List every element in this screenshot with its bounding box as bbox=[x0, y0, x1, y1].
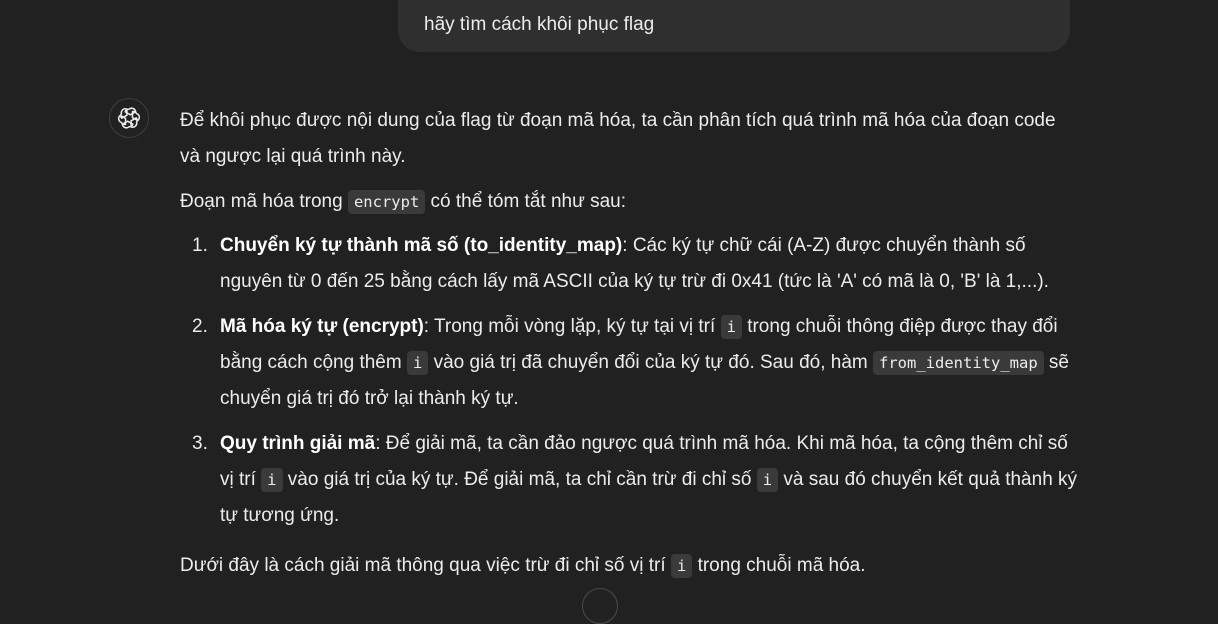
item-title: Chuyển ký tự thành mã số (to_identity_ma… bbox=[220, 235, 623, 256]
user-message-bubble: hãy tìm cách khôi phục flag bbox=[398, 0, 1070, 52]
inline-code: encrypt bbox=[347, 190, 426, 214]
list-item: 1. Chuyển ký tự thành mã số (to_identity_… bbox=[180, 228, 1080, 300]
inline-code: i bbox=[756, 468, 779, 492]
user-message-text: hãy tìm cách khôi phục flag bbox=[424, 14, 655, 35]
paragraph-intro: Để khôi phục được nội dung của flag từ đ… bbox=[180, 110, 1056, 167]
list-number: 1. bbox=[192, 235, 208, 256]
inline-code: from_identity_map bbox=[873, 351, 1044, 375]
text: trong chuỗi mã hóa. bbox=[692, 555, 866, 576]
text: vào giá trị đã chuyển đổi của ký tự đó. … bbox=[428, 352, 874, 373]
inline-code: i bbox=[406, 351, 429, 375]
paragraph-decrypt: Dưới đây là cách giải mã thông qua việc … bbox=[180, 548, 1080, 584]
numbered-list: 1. Chuyển ký tự thành mã số (to_identity_… bbox=[180, 228, 1080, 534]
text: có thể tóm tắt như sau: bbox=[425, 191, 626, 212]
paragraph-summary: Đoạn mã hóa trong encrypt có thể tóm tắt… bbox=[180, 184, 1080, 220]
assistant-message: Để khôi phục được nội dung của flag từ đ… bbox=[180, 103, 1080, 584]
text: : Trong mỗi vòng lặp, ký tự tại vị trí bbox=[423, 316, 721, 337]
item-title: Mã hóa ký tự (encrypt) bbox=[220, 316, 424, 337]
inline-code: i bbox=[670, 554, 693, 578]
inline-code: i bbox=[720, 315, 742, 339]
text: Đoạn mã hóa trong bbox=[180, 191, 348, 212]
text: vào giá trị của ký tự. Để giải mã, ta ch… bbox=[282, 469, 757, 490]
list-number: 3. bbox=[192, 433, 208, 454]
inline-code: i bbox=[261, 468, 283, 492]
openai-logo-icon bbox=[117, 107, 141, 129]
assistant-avatar bbox=[109, 98, 149, 138]
list-item: 3. Quy trình giải mã: Để giải mã, ta cần … bbox=[180, 426, 1080, 534]
item-title: Quy trình giải mã bbox=[220, 433, 376, 454]
list-item: 2. Mã hóa ký tự (encrypt): Trong mỗi vòng… bbox=[180, 309, 1080, 417]
list-number: 2. bbox=[192, 316, 208, 337]
text: Dưới đây là cách giải mã thông qua việc … bbox=[180, 555, 671, 576]
scroll-down-button[interactable] bbox=[582, 588, 618, 624]
